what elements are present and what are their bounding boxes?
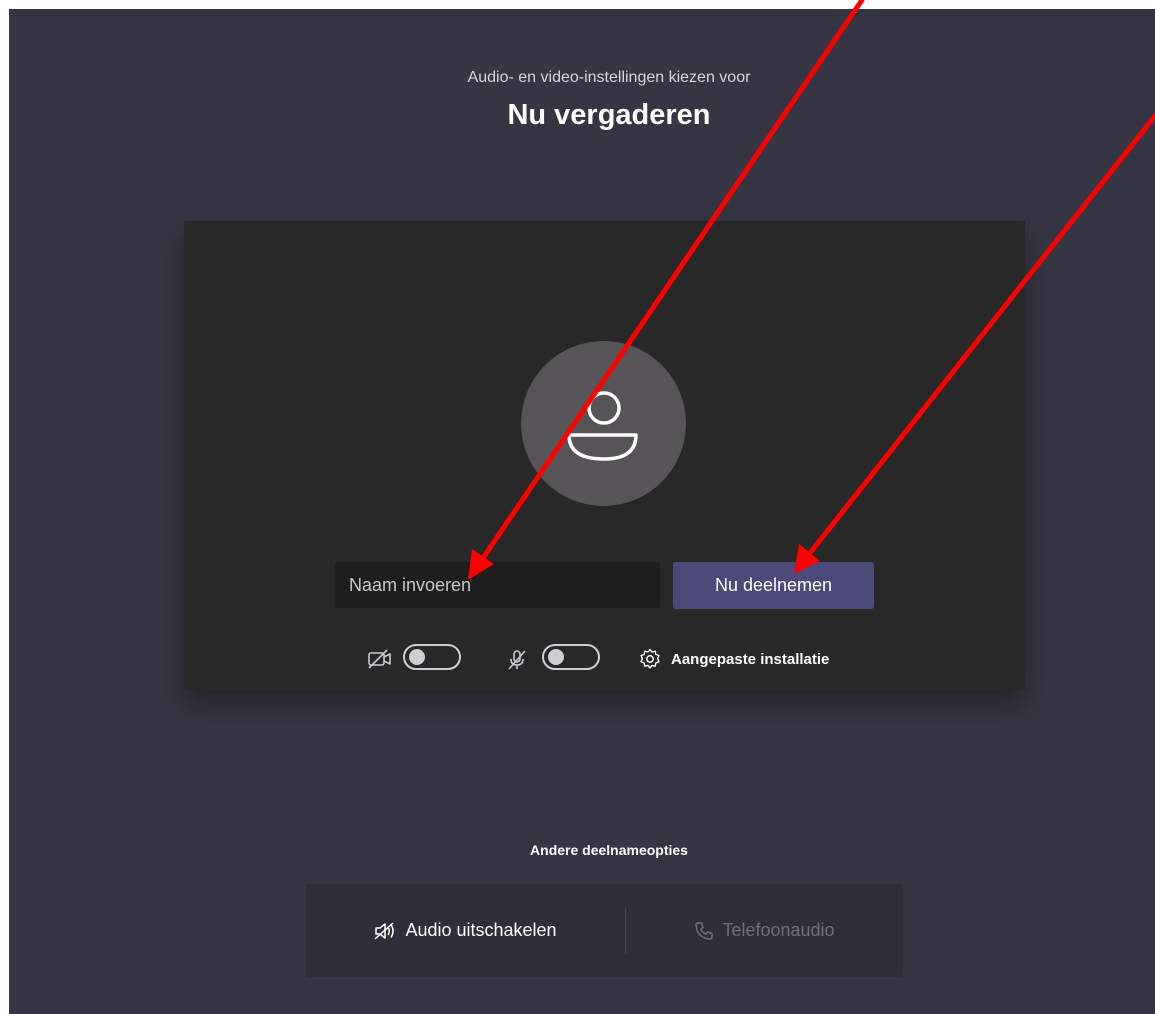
video-toggle-knob [409,649,425,665]
meeting-prejoin-screen: Audio- en video-instellingen kiezen voor… [9,9,1155,1014]
person-icon [567,391,638,461]
device-controls: Aangepaste installatie [364,641,884,677]
camera-off-icon [368,649,391,669]
custom-setup-button[interactable]: Aangepaste installatie [639,645,829,673]
custom-setup-label: Aangepaste installatie [671,650,830,668]
phone-audio-label: Telefoonaudio [722,920,835,940]
mic-off-icon [508,650,526,670]
other-join-options-panel: Audio uitschakelen Telefoonaudio [306,884,903,977]
gear-icon [640,648,660,669]
prejoin-subtitle: Audio- en video-instellingen kiezen voor [467,69,751,86]
video-toggle[interactable] [403,644,461,670]
name-input[interactable] [335,562,660,608]
mic-toggle-knob [548,649,564,665]
other-join-options-label: Andere deelnameopties [530,842,688,858]
meeting-title: Nu vergaderen [507,99,711,131]
phone-audio-option: Telefoonaudio [626,884,903,977]
audio-off-option[interactable]: Audio uitschakelen [306,884,624,977]
avatar [521,341,686,506]
video-preview-panel: Nu deelnemen [184,221,1025,690]
join-now-button[interactable]: Nu deelnemen [673,562,874,609]
mic-toggle[interactable] [542,644,600,670]
audio-off-label: Audio uitschakelen [405,920,557,940]
phone-icon [695,921,714,940]
speaker-off-icon [374,921,395,940]
